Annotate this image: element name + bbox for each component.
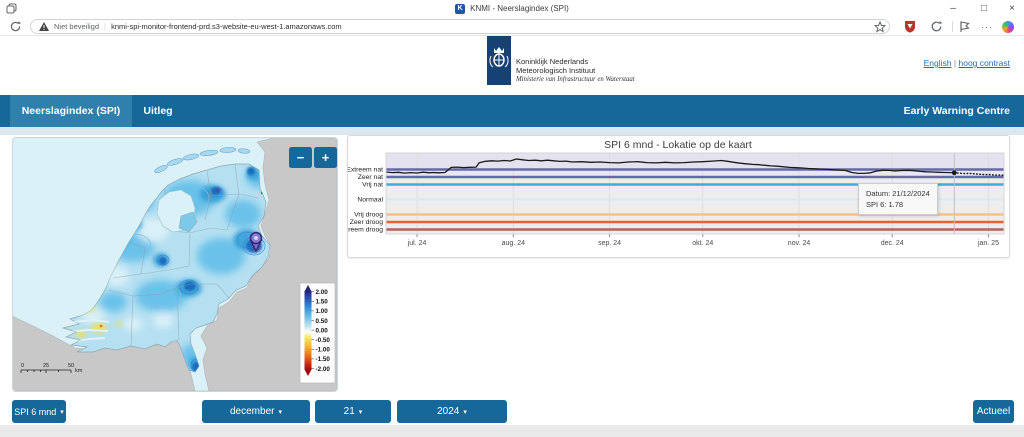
early-warning-centre-label: Early Warning Centre xyxy=(904,95,1010,127)
svg-text:Zeer nat: Zeer nat xyxy=(358,174,383,181)
svg-text:-2.00: -2.00 xyxy=(316,366,331,373)
period-dropdown[interactable]: SPI 6 mnd▾ xyxy=(12,400,66,423)
language-english-link[interactable]: English xyxy=(924,58,952,68)
tab-uitleg[interactable]: Uitleg xyxy=(132,95,184,127)
favorites-star-icon[interactable] xyxy=(874,21,886,33)
url-text[interactable]: knmi-spi-monitor-frontend-prd.s3-website… xyxy=(111,22,342,31)
not-secure-warning-icon xyxy=(39,22,49,31)
knmi-logo-text: Koninklijk Nederlands Meteorologisch Ins… xyxy=(516,57,635,84)
tooltip-value: SPI 6: 1.78 xyxy=(866,199,930,210)
knmi-logo-banner xyxy=(487,36,511,85)
svg-text:0.00: 0.00 xyxy=(316,327,329,334)
browser-tab-strip: K KNMI - Neerslagindex (SPI) – □ × xyxy=(0,0,1024,17)
toolbar-divider xyxy=(952,21,953,32)
svg-text:jul. 24: jul. 24 xyxy=(407,240,427,247)
org-name-line1: Koninklijk Nederlands xyxy=(516,57,635,66)
svg-text:okt. 24: okt. 24 xyxy=(692,240,713,247)
links-separator: | xyxy=(954,58,956,68)
chart-title: SPI 6 mnd - Lokatie op de kaart xyxy=(604,139,752,151)
year-dropdown[interactable]: 2024▾ xyxy=(397,400,507,423)
svg-text:1.00: 1.00 xyxy=(316,308,329,315)
svg-text:km: km xyxy=(75,368,83,374)
map-zoom-out-button[interactable]: − xyxy=(289,147,312,168)
more-menu-icon[interactable]: ··· xyxy=(980,19,994,34)
refresh-icon[interactable] xyxy=(9,20,22,33)
svg-text:50: 50 xyxy=(68,363,74,369)
month-dropdown[interactable]: december▾ xyxy=(202,400,310,423)
header-links: English | hoog contrast xyxy=(924,58,1010,68)
svg-text:sep. 24: sep. 24 xyxy=(598,240,621,247)
copilot-icon[interactable] xyxy=(1002,21,1014,33)
browser-window: K KNMI - Neerslagindex (SPI) – □ × Niet … xyxy=(0,0,1024,437)
svg-text:aug. 24: aug. 24 xyxy=(502,240,525,247)
tab-neerslagindex-spi[interactable]: Neerslagindex (SPI) xyxy=(10,95,132,127)
svg-text:Vrij nat: Vrij nat xyxy=(362,182,383,189)
svg-text:dec. 24: dec. 24 xyxy=(881,240,904,247)
svg-text:2.00: 2.00 xyxy=(316,289,329,296)
address-divider: | xyxy=(104,22,106,31)
collections-icon[interactable] xyxy=(958,20,971,33)
window-close-button[interactable]: × xyxy=(1000,0,1024,17)
chevron-down-icon: ▾ xyxy=(60,408,64,416)
svg-text:-0.50: -0.50 xyxy=(316,337,331,344)
sync-icon[interactable] xyxy=(930,20,943,33)
svg-text:jan. 25: jan. 25 xyxy=(977,240,999,247)
svg-text:0: 0 xyxy=(21,363,24,369)
svg-text:+: + xyxy=(322,150,330,165)
page-footer-strip xyxy=(0,425,1024,437)
address-bar[interactable]: Niet beveiligd | knmi-spi-monitor-fronte… xyxy=(30,19,890,34)
high-contrast-link[interactable]: hoog contrast xyxy=(958,58,1010,68)
netherlands-spi-map[interactable]: 0 25 50 km 2.00 1.50 1.00 0.50 xyxy=(13,138,337,391)
chevron-down-icon: ▾ xyxy=(278,408,282,416)
browser-tab[interactable]: K KNMI - Neerslagindex (SPI) xyxy=(0,0,1024,17)
window-minimize-button[interactable]: – xyxy=(941,0,965,17)
svg-text:Extreem nat: Extreem nat xyxy=(348,167,383,174)
chevron-down-icon: ▾ xyxy=(463,408,467,416)
knmi-crest-icon xyxy=(487,36,511,85)
nav-shadow-strip xyxy=(0,127,1024,135)
svg-text:nov. 24: nov. 24 xyxy=(788,240,811,247)
site-favicon: K xyxy=(455,4,465,14)
svg-text:25: 25 xyxy=(43,363,49,369)
svg-text:Normaal: Normaal xyxy=(357,197,383,204)
chevron-down-icon: ▾ xyxy=(359,408,363,416)
svg-text:Extreem droog: Extreem droog xyxy=(348,227,383,234)
svg-text:Zeer droog: Zeer droog xyxy=(350,219,383,226)
tooltip-date: Datum: 21/12/2024 xyxy=(866,188,930,199)
adblock-shield-icon[interactable] xyxy=(904,20,916,33)
chart-tooltip: Datum: 21/12/2024 SPI 6: 1.78 xyxy=(858,183,938,215)
org-name-line2: Meteorologisch Instituut xyxy=(516,66,635,75)
map-card: 0 25 50 km 2.00 1.50 1.00 0.50 xyxy=(12,137,338,392)
svg-text:−: − xyxy=(297,150,305,165)
window-maximize-button[interactable]: □ xyxy=(972,0,996,17)
svg-text:-1.00: -1.00 xyxy=(316,347,331,354)
tab-title: KNMI - Neerslagindex (SPI) xyxy=(470,4,569,13)
svg-text:0.50: 0.50 xyxy=(316,318,329,325)
actueel-button[interactable]: Actueel xyxy=(973,400,1014,423)
svg-text:-1.50: -1.50 xyxy=(316,356,331,363)
map-zoom-in-button[interactable]: + xyxy=(314,147,337,168)
org-ministry-line: Ministerie van Infrastructuur en Waterst… xyxy=(516,75,635,84)
svg-text:1.50: 1.50 xyxy=(316,299,329,306)
security-label[interactable]: Niet beveiligd xyxy=(54,22,99,31)
spi-chart-card: SPI 6 mnd - Lokatie op de kaart jul. 24 a… xyxy=(347,135,1010,258)
day-dropdown[interactable]: 21▾ xyxy=(315,400,391,423)
map-color-legend: 2.00 1.50 1.00 0.50 0.00 -0.50 -1.00 -1.… xyxy=(300,283,335,383)
svg-text:Vrij droog: Vrij droog xyxy=(354,212,383,219)
